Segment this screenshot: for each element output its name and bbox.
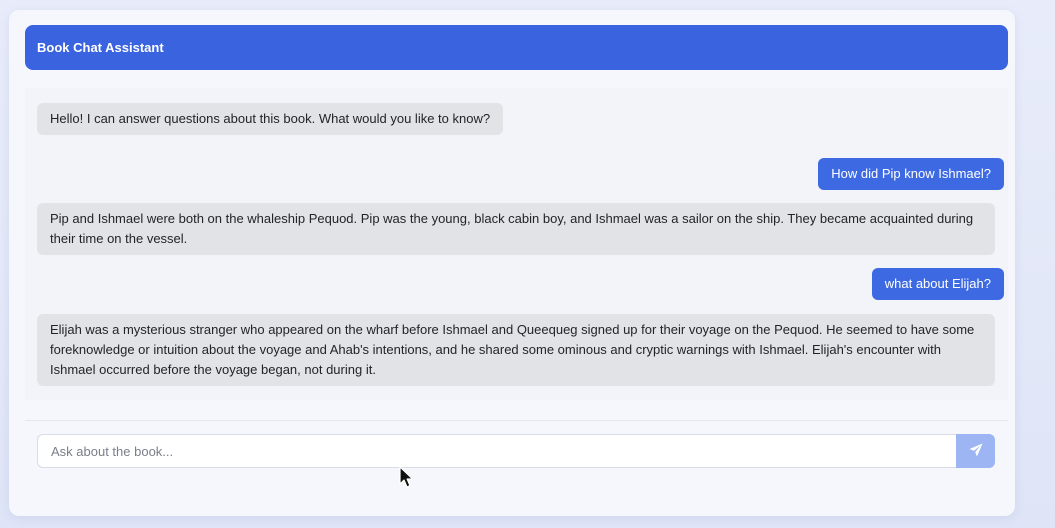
assistant-message: Pip and Ishmael were both on the whalesh…: [37, 203, 995, 255]
chat-header: Book Chat Assistant: [25, 25, 1008, 70]
user-message: what about Elijah?: [871, 268, 1004, 300]
paper-plane-icon: [969, 442, 983, 460]
input-divider: [25, 420, 1008, 421]
assistant-message: Elijah was a mysterious stranger who app…: [37, 314, 995, 386]
message-list[interactable]: Hello! I can answer questions about this…: [25, 88, 1008, 400]
chat-title: Book Chat Assistant: [37, 40, 164, 55]
user-message: How did Pip know Ishmael?: [818, 158, 1004, 190]
mouse-cursor-icon: [399, 466, 415, 490]
question-input[interactable]: [37, 434, 956, 468]
assistant-message: Hello! I can answer questions about this…: [37, 103, 504, 135]
send-button[interactable]: [956, 434, 995, 468]
message-composer: [37, 434, 995, 468]
